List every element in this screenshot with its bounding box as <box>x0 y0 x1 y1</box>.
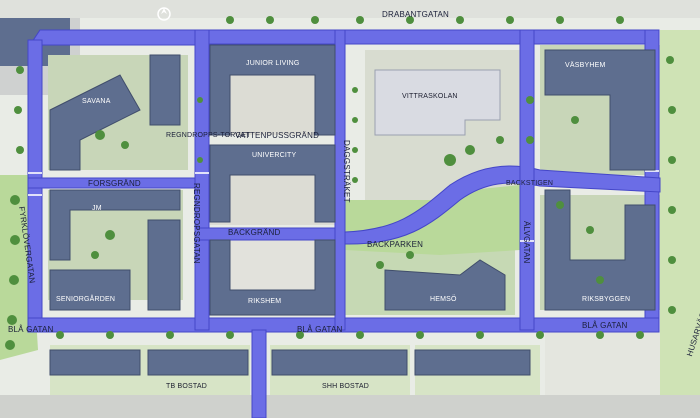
label-forsgrand: FORSGRÄND <box>88 179 141 188</box>
label-shh-bostad: SHH BOSTAD <box>322 383 369 390</box>
label-regndropsgatan: REGNDROPSGATAN <box>192 183 201 264</box>
label-hemso: HEMSÖ <box>430 296 457 303</box>
label-tb-bostad: TB BOSTAD <box>166 383 207 390</box>
label-jm: JM <box>92 205 102 212</box>
street-top <box>194 29 656 45</box>
label-backgrand: BACKGRÄND <box>228 228 281 237</box>
building-shh-bostad <box>271 349 408 376</box>
label-seniorgarden: SENIORGÅRDEN <box>56 296 116 303</box>
street-south-link <box>251 329 267 418</box>
label-bla-gatan-right: BLÅ GATAN <box>582 321 628 330</box>
street-regndropsgatan <box>194 29 210 331</box>
label-backstigen: BACKSTIGEN <box>506 180 554 187</box>
label-alvgatan: ÄLVGATAN <box>522 221 531 264</box>
east-green-strip <box>660 30 700 418</box>
label-vittraskolan: VITTRASKOLAN <box>402 93 458 100</box>
label-regndroppstorget: REGNDROPPS-TORGET <box>166 132 251 139</box>
building-savana-east <box>149 54 181 126</box>
label-bla-gatan-left: BLÅ GATAN <box>8 325 54 334</box>
label-bla-gatan-mid: BLÅ GATAN <box>297 325 343 334</box>
site-plan-map: DRABANTGATAN BLÅ GATAN BLÅ GATAN BLÅ GAT… <box>0 0 700 418</box>
lot-se <box>545 330 660 395</box>
building-tb-bostad-2 <box>147 349 249 376</box>
label-daggstraket: DAGGSTRÄKET <box>342 140 351 203</box>
label-riksbyggen: RIKSBYGGEN <box>582 296 631 303</box>
building-seniorgarden <box>49 269 131 311</box>
label-savana: SAVANA <box>82 98 111 105</box>
street-nw-curve <box>29 29 201 46</box>
label-drabantgatan: DRABANTGATAN <box>382 10 449 19</box>
building-row-east <box>414 349 531 376</box>
top-strip <box>0 0 700 18</box>
building-tb-bostad-1 <box>49 349 141 376</box>
label-junior-living: JUNIOR LIVING <box>246 60 300 67</box>
label-backparken: BACKPARKEN <box>367 240 424 249</box>
building-jm-east <box>147 219 181 311</box>
bottom-strip <box>0 395 700 418</box>
label-rikshem: RIKSHEM <box>248 298 282 305</box>
label-vasbyhem: VÄSBYHEM <box>565 62 606 69</box>
label-univercity: UNIVERCITY <box>252 152 297 159</box>
